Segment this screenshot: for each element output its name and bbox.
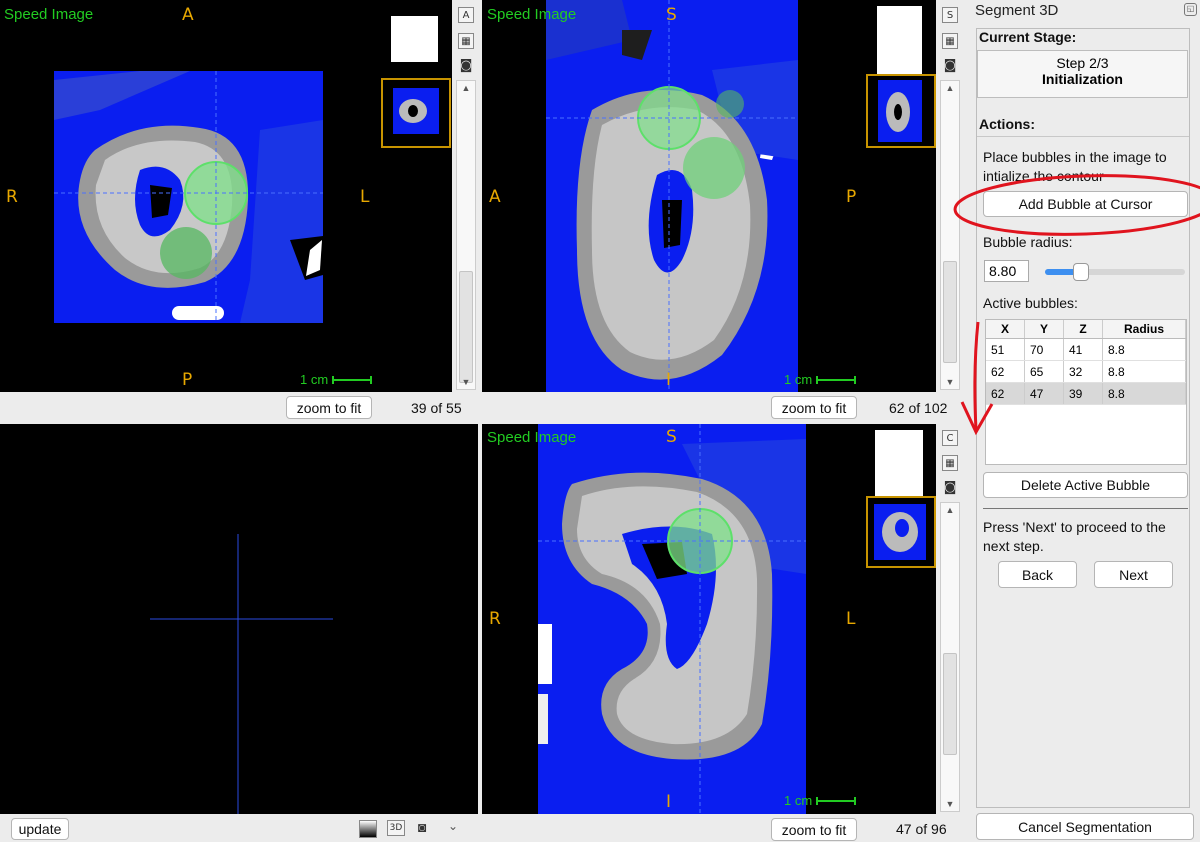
toolbar-axial: A ▦ ◙ ▲ ▼ — [454, 0, 478, 392]
orientation-bottom: P — [182, 370, 193, 390]
view-coronal[interactable]: Speed Image S R L I 1 cm — [482, 424, 936, 814]
update-button[interactable]: update — [11, 818, 69, 840]
orientation-bottom: I — [666, 370, 672, 390]
zoom-to-fit-button[interactable]: zoom to fit — [771, 818, 857, 841]
red-annotation — [953, 174, 1200, 436]
orientation-top: A — [182, 5, 194, 25]
next-instruction: Press 'Next' to proceed to the next step… — [983, 519, 1166, 554]
view-name: Speed Image — [4, 6, 94, 23]
next-button[interactable]: Next — [1094, 561, 1173, 588]
panel-title: Segment 3D — [975, 2, 1059, 19]
slice-counter: 62 of 102 — [889, 400, 948, 416]
thumbnail-coronal[interactable] — [866, 496, 936, 568]
axial-image[interactable] — [0, 0, 452, 392]
orientation-top: S — [666, 5, 677, 25]
camera-icon[interactable]: ◙ — [942, 58, 958, 74]
view-sagittal[interactable]: Speed Image S A P I 1 cm — [482, 0, 936, 392]
colormap-icon[interactable] — [359, 820, 377, 838]
orientation-right: L — [846, 609, 856, 629]
layout-grid-icon[interactable]: ▦ — [458, 33, 474, 49]
orientation-top: S — [666, 427, 677, 447]
orientation-left: R — [489, 609, 501, 629]
scale-bar: 1 cm — [300, 372, 373, 387]
orientation-bottom: I — [666, 792, 672, 812]
slice-counter: 47 of 96 — [896, 821, 947, 837]
view-name: Speed Image — [487, 429, 577, 446]
thumbnail-sagittal[interactable] — [866, 74, 936, 148]
zoom-to-fit-button[interactable]: zoom to fit — [771, 396, 857, 419]
view-layout-s-button[interactable]: S — [942, 7, 958, 23]
thumbnail-axial[interactable] — [381, 78, 451, 148]
orientation-right: L — [360, 187, 370, 207]
layout-grid-icon[interactable]: ▦ — [942, 33, 958, 49]
3d-crosshair — [150, 534, 333, 814]
camera-icon[interactable]: ◙ — [458, 58, 474, 74]
scale-bar: 1 cm — [784, 372, 857, 387]
scrollbar-coronal[interactable]: ▲ ▼ — [940, 502, 960, 812]
actions-heading: Actions: — [979, 116, 1035, 132]
view-3d[interactable] — [0, 424, 478, 814]
orientation-right: P — [846, 187, 857, 207]
annotation-arrow-icon — [973, 321, 980, 431]
view-name: Speed Image — [487, 6, 577, 23]
zoom-to-fit-button[interactable]: zoom to fit — [286, 396, 372, 419]
view-layout-a-button[interactable]: A — [458, 7, 474, 23]
sagittal-image[interactable] — [482, 0, 936, 392]
current-stage-heading: Current Stage: — [979, 29, 1077, 45]
orientation-left: R — [6, 187, 18, 207]
view-axial[interactable]: Speed Image A R L P 1 cm — [0, 0, 452, 392]
cancel-segmentation-button[interactable]: Cancel Segmentation — [976, 813, 1194, 840]
slice-counter: 39 of 55 — [411, 400, 462, 416]
3d-mode-button[interactable]: 3D — [387, 820, 405, 836]
divider — [983, 508, 1188, 509]
toolbar-coronal: C ▦ ◙ ▲ ▼ — [938, 424, 962, 814]
stage-box: Step 2/3 Initialization — [977, 50, 1188, 98]
stage-name: Initialization — [1042, 71, 1123, 87]
coronal-image[interactable] — [482, 424, 936, 814]
back-button[interactable]: Back — [998, 561, 1077, 588]
undock-icon[interactable]: ◱ — [1184, 3, 1197, 16]
camera-icon[interactable]: ◙ — [418, 819, 426, 835]
chevron-down-icon[interactable]: ⌄ — [448, 819, 458, 833]
annotation-circle — [953, 174, 1200, 236]
scale-bar: 1 cm — [784, 793, 857, 808]
scrollbar-axial[interactable]: ▲ ▼ — [456, 80, 476, 390]
stage-step: Step 2/3 — [1056, 55, 1109, 71]
delete-bubble-button[interactable]: Delete Active Bubble — [983, 472, 1188, 498]
camera-icon[interactable]: ◙ — [942, 480, 958, 496]
orientation-left: A — [489, 187, 501, 207]
